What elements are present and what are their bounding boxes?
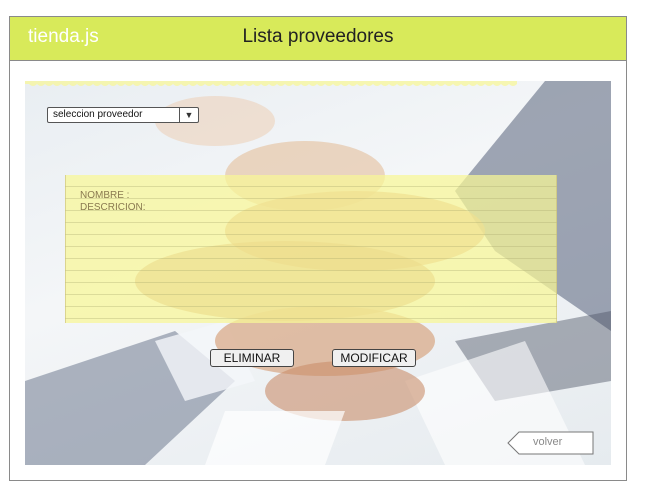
supplier-details-note: NOMBRE : DESCRICION:	[65, 175, 557, 323]
supplier-select[interactable]: seleccion proveedor ▼	[47, 107, 199, 123]
chevron-down-icon[interactable]: ▼	[179, 108, 198, 122]
description-label: DESCRICION:	[80, 202, 146, 213]
header-bar: tienda.js Lista proveedores	[10, 17, 626, 61]
note-text: NOMBRE : DESCRICION:	[80, 190, 146, 214]
note-torn-edge	[25, 81, 517, 86]
back-button[interactable]: volver	[507, 431, 595, 455]
app-window: tienda.js Lista proveedores seleccion pr…	[9, 16, 627, 481]
back-button-label: volver	[533, 436, 563, 448]
name-label: NOMBRE :	[80, 190, 130, 201]
supplier-select-value: seleccion proveedor	[53, 109, 143, 120]
modify-button[interactable]: MODIFICAR	[332, 349, 416, 367]
delete-button[interactable]: ELIMINAR	[210, 349, 294, 367]
page-title: Lista proveedores	[242, 26, 394, 47]
background-photo: seleccion proveedor ▼ NOMBRE : DESCRICIO…	[25, 81, 611, 465]
